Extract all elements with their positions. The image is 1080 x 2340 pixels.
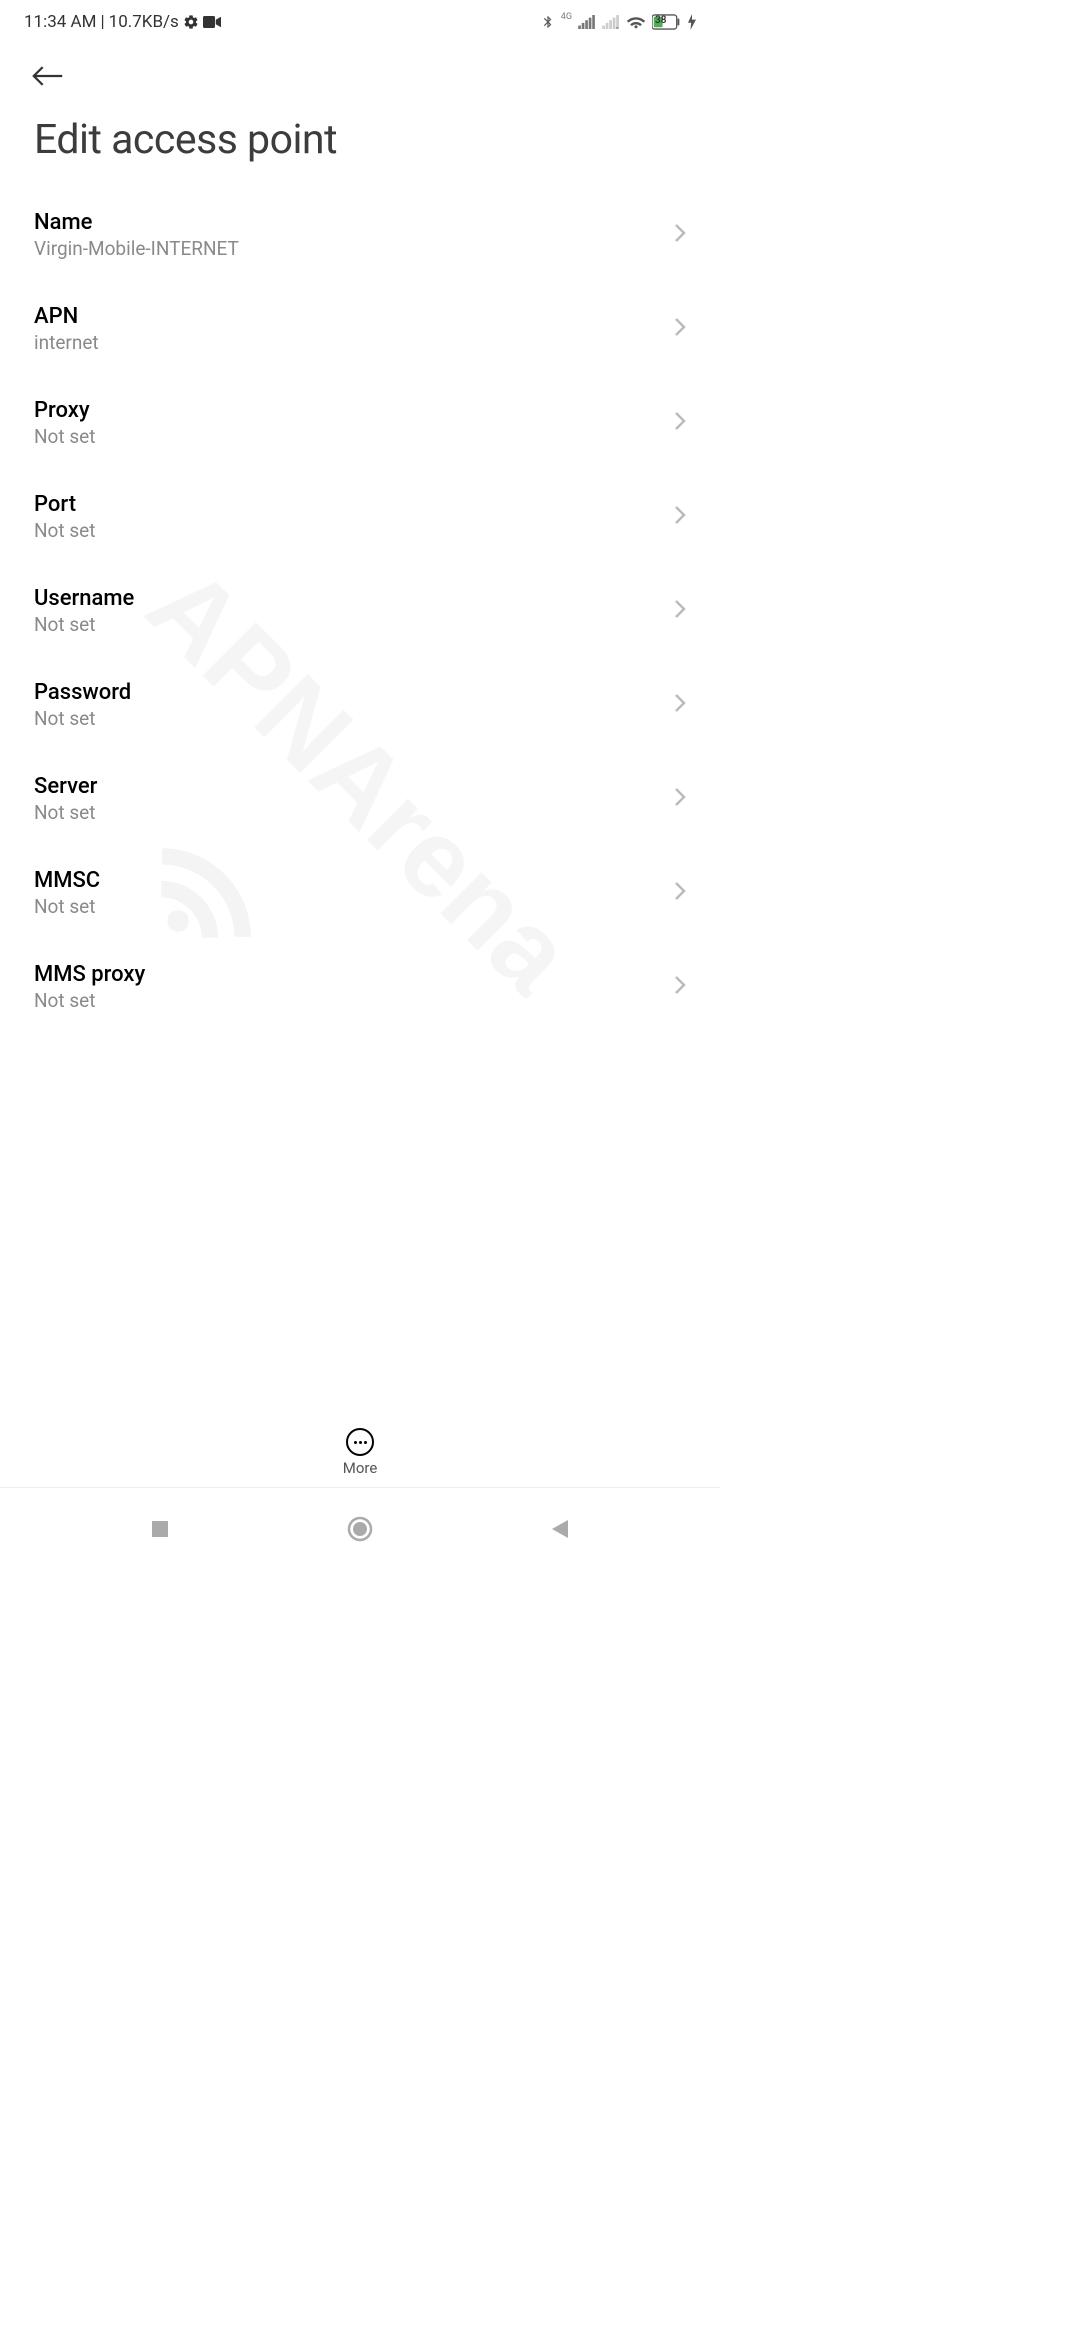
setting-value: Virgin-Mobile-INTERNET xyxy=(34,237,662,260)
setting-text: Proxy Not set xyxy=(34,398,662,448)
video-icon xyxy=(203,16,221,28)
chevron-right-icon xyxy=(674,693,686,717)
setting-text: Name Virgin-Mobile-INTERNET xyxy=(34,210,662,260)
setting-value: Not set xyxy=(34,895,662,918)
setting-value: Not set xyxy=(34,989,662,1012)
setting-text: Username Not set xyxy=(34,586,662,636)
setting-value: Not set xyxy=(34,613,662,636)
chevron-right-icon xyxy=(674,975,686,999)
setting-value: Not set xyxy=(34,519,662,542)
page-title: Edit access point xyxy=(0,104,720,188)
chevron-right-icon xyxy=(674,223,686,247)
status-bar: 11:34 AM | 10.7KB/s 4G × 38 xyxy=(0,0,720,40)
setting-row-username[interactable]: Username Not set xyxy=(34,564,686,658)
svg-text:×: × xyxy=(615,25,619,29)
chevron-right-icon xyxy=(674,505,686,529)
setting-row-server[interactable]: Server Not set xyxy=(34,752,686,846)
chevron-right-icon xyxy=(674,317,686,341)
arrow-left-icon xyxy=(32,64,64,88)
chevron-right-icon xyxy=(674,881,686,905)
setting-row-proxy[interactable]: Proxy Not set xyxy=(34,376,686,470)
nav-back-button[interactable] xyxy=(540,1509,580,1549)
setting-label: Port xyxy=(34,492,662,517)
setting-value: internet xyxy=(34,331,662,354)
settings-list: Name Virgin-Mobile-INTERNET APN internet… xyxy=(0,188,720,1034)
setting-value: Not set xyxy=(34,425,662,448)
battery-icon: 38 xyxy=(652,14,682,30)
status-bar-left: 11:34 AM | 10.7KB/s xyxy=(24,12,221,32)
chevron-right-icon xyxy=(674,411,686,435)
setting-row-port[interactable]: Port Not set xyxy=(34,470,686,564)
setting-text: Port Not set xyxy=(34,492,662,542)
nav-recent-button[interactable] xyxy=(140,1509,180,1549)
setting-row-mmsc[interactable]: MMSC Not set xyxy=(34,846,686,940)
chevron-right-icon xyxy=(674,599,686,623)
charging-icon xyxy=(688,14,696,30)
setting-label: Server xyxy=(34,774,662,799)
setting-text: Server Not set xyxy=(34,774,662,824)
setting-text: MMSC Not set xyxy=(34,868,662,918)
circle-icon xyxy=(347,1516,373,1542)
back-button[interactable] xyxy=(32,56,72,96)
battery-percent-text: 38 xyxy=(655,15,666,26)
signal-4g-icon: 4G xyxy=(561,12,572,22)
wifi-icon xyxy=(626,14,646,30)
square-icon xyxy=(150,1519,170,1539)
bluetooth-icon xyxy=(541,13,555,31)
status-bar-right: 4G × 38 xyxy=(541,13,696,31)
setting-label: MMS proxy xyxy=(34,962,662,987)
triangle-left-icon xyxy=(550,1518,570,1540)
status-time: 11:34 AM xyxy=(24,12,96,32)
setting-row-password[interactable]: Password Not set xyxy=(34,658,686,752)
navigation-bar xyxy=(0,1498,720,1560)
gear-icon xyxy=(183,14,199,30)
more-label: More xyxy=(343,1459,378,1477)
setting-label: Password xyxy=(34,680,662,705)
setting-value: Not set xyxy=(34,801,662,824)
status-separator: | xyxy=(100,12,104,32)
chevron-right-icon xyxy=(674,787,686,811)
signal-sim2-icon: × xyxy=(602,15,620,29)
setting-row-mms-proxy[interactable]: MMS proxy Not set xyxy=(34,940,686,1034)
setting-row-apn[interactable]: APN internet xyxy=(34,282,686,376)
setting-row-name[interactable]: Name Virgin-Mobile-INTERNET xyxy=(34,188,686,282)
setting-text: Password Not set xyxy=(34,680,662,730)
setting-text: APN internet xyxy=(34,304,662,354)
setting-label: APN xyxy=(34,304,662,329)
signal-sim1-icon xyxy=(578,15,596,29)
setting-label: MMSC xyxy=(34,868,662,893)
setting-value: Not set xyxy=(34,707,662,730)
setting-label: Username xyxy=(34,586,662,611)
nav-home-button[interactable] xyxy=(340,1509,380,1549)
more-icon xyxy=(346,1428,374,1456)
setting-label: Name xyxy=(34,210,662,235)
header xyxy=(0,40,720,104)
setting-label: Proxy xyxy=(34,398,662,423)
status-data-rate: 10.7KB/s xyxy=(109,12,179,32)
more-button[interactable]: More xyxy=(0,1420,720,1488)
setting-text: MMS proxy Not set xyxy=(34,962,662,1012)
